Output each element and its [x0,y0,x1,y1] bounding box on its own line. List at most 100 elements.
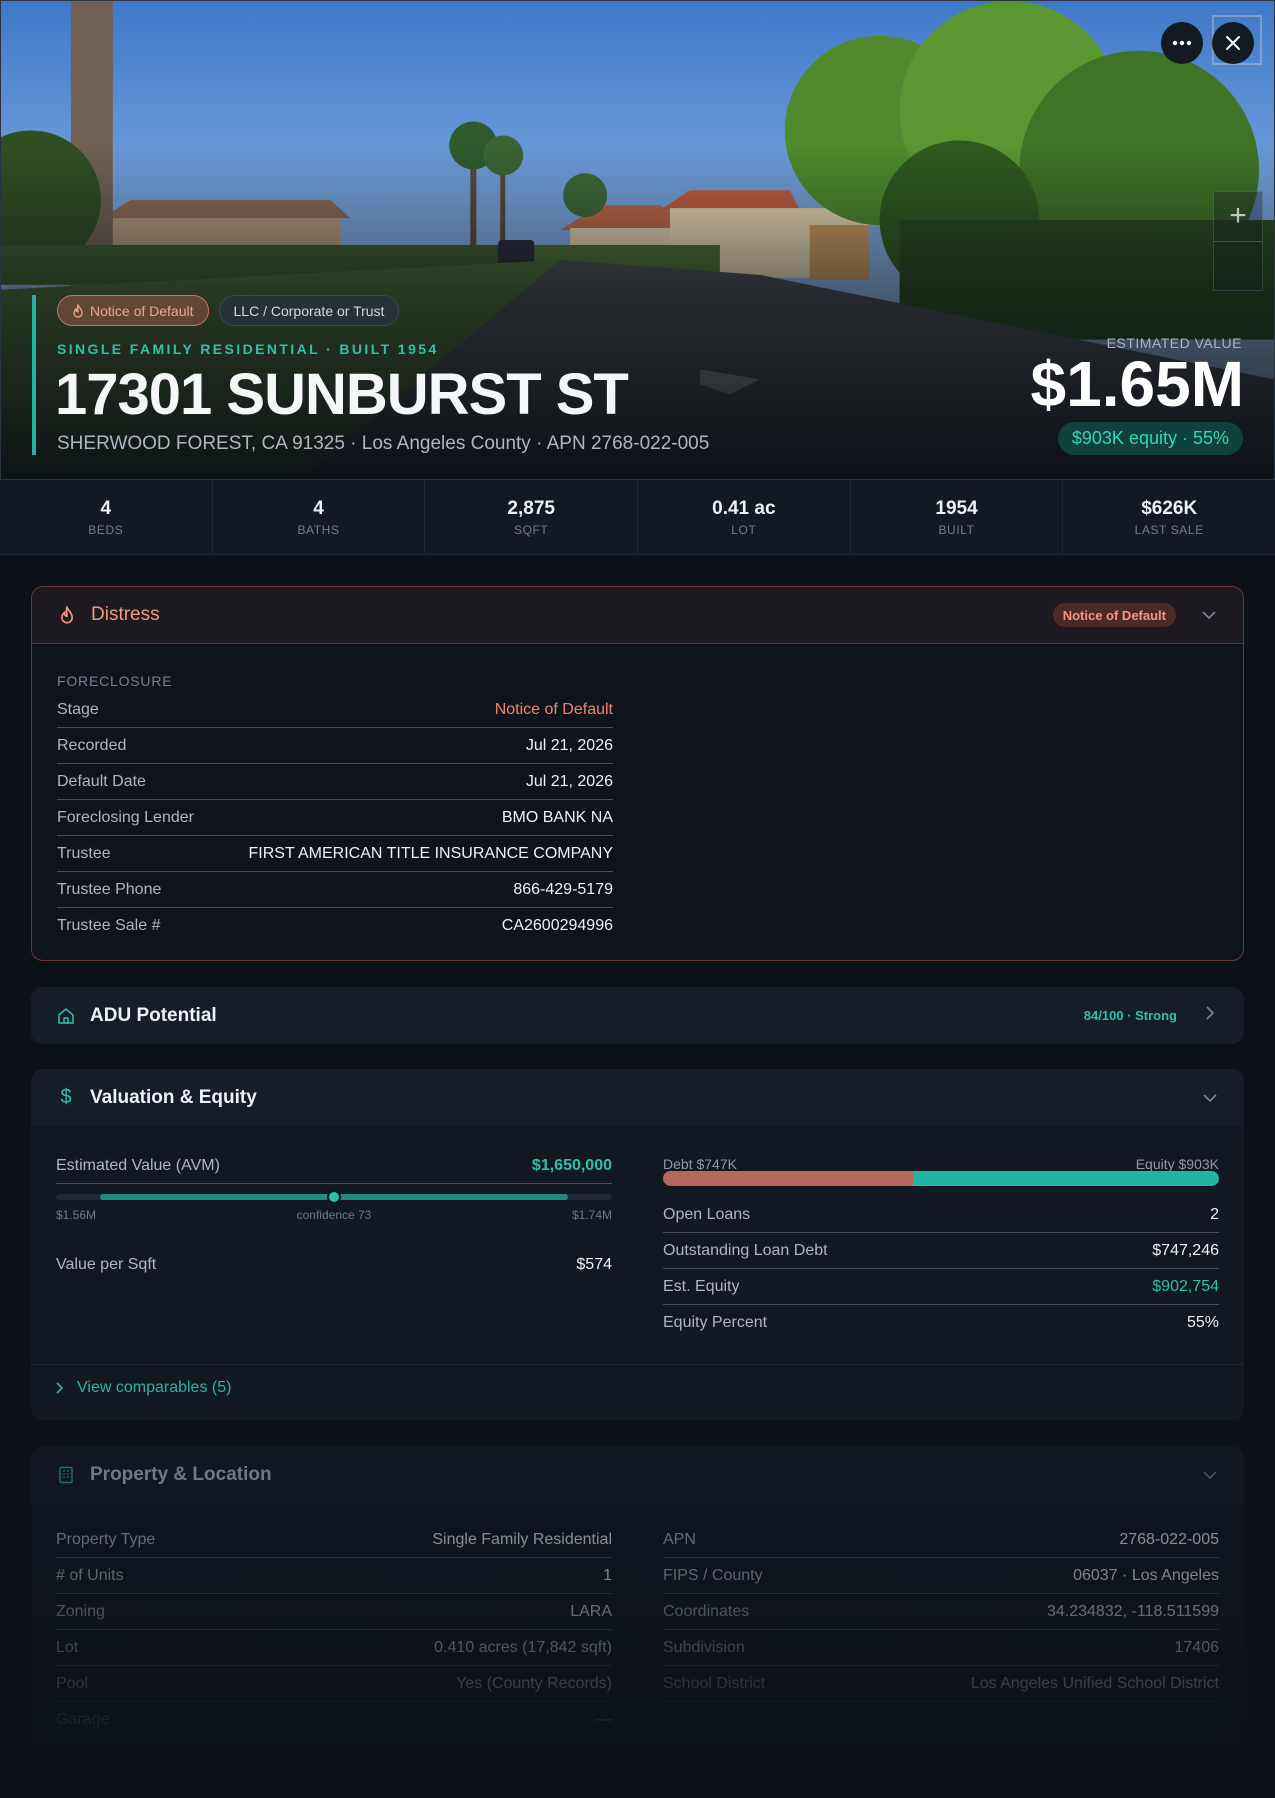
row-value: Jul 21, 2026 [525,736,613,754]
row-value: 55% [1186,1314,1219,1331]
avm-label: Estimated Value (AVM) [56,1156,220,1174]
chevron-down-icon[interactable] [1201,1466,1219,1484]
stat-lot: 0.41 ac LOT [638,480,851,554]
distress-header[interactable]: Distress Notice of Default [32,587,1243,644]
adu-header[interactable]: ADU Potential 84/100 · Strong [31,987,1244,1044]
detail-row: APN 2768-022-005 [663,1522,1219,1558]
property-title: Property & Location [90,1463,272,1485]
detail-row: Equity Percent 55% [663,1305,1219,1341]
estimated-value: $1.65M [1030,348,1244,420]
row-key: Default Date [57,772,146,790]
property-address: 17301 SUNBURST ST [55,362,629,427]
row-key: Stage [57,700,99,718]
detail-row: School District Los Angeles Unified Schoo… [663,1666,1219,1702]
debt-segment [663,1171,914,1186]
title-accent-bar [32,295,36,455]
detail-row: Property Type Single Family Residential [56,1522,612,1558]
debt-equity-bar [663,1171,1219,1186]
tag-chips: Notice of Default LLC / Corporate or Tru… [57,295,400,326]
row-key: Equity Percent [663,1314,768,1331]
distress-panel: Distress Notice of Default FORECLOSURE S… [31,586,1244,961]
zoom-out-button[interactable] [1214,242,1262,290]
chevron-right-icon[interactable] [1201,1006,1219,1025]
row-value: 866-429-5179 [513,880,613,898]
more-options-button[interactable] [1161,22,1203,64]
row-key: Trustee [57,844,111,862]
stat-value: 2,875 [507,498,555,519]
detail-row: Zoning LARA [56,1594,612,1630]
property-header[interactable]: Property & Location [31,1446,1244,1503]
distress-badge: Notice of Default [1052,603,1176,627]
row-value: CA2600294996 [501,917,613,934]
more-icon [1172,40,1192,46]
chevron-right-icon [56,1382,63,1394]
stat-label: LAST SALE [1134,523,1204,537]
row-value: 1 [603,1566,612,1584]
row-key: Pool [56,1674,89,1692]
stat-value: 1954 [935,498,978,519]
notice-of-default-chip: Notice of Default [57,295,209,326]
stat-label: SQFT [513,523,549,537]
row-key: Subdivision [663,1638,745,1656]
row-key: Foreclosing Lender [57,808,194,826]
property-location-panel: Property & Location Property Type Single … [31,1446,1244,1798]
row-key: FIPS / County [663,1566,763,1584]
detail-row: Open Loans 2 [663,1197,1219,1233]
chip-label: Notice of Default [90,302,194,319]
value-range-marker [327,1190,341,1204]
property-subtitle: SINGLE FAMILY RESIDENTIAL · BUILT 1954 [57,341,439,357]
plus-icon[interactable]: + [1214,192,1262,242]
stat-built: 1954 BUILT [851,480,1064,554]
adu-title: ADU Potential [90,1004,217,1026]
close-button[interactable] [1212,22,1254,64]
row-value: Notice of Default [494,700,613,718]
valuation-title: Valuation & Equity [90,1086,257,1108]
row-key: Trustee Phone [57,880,162,898]
row-key: APN [663,1530,696,1548]
row-value: $574 [576,1256,612,1273]
row-value: 17406 [1174,1638,1220,1656]
equity-segment [913,1171,1219,1186]
row-key: Coordinates [663,1602,750,1620]
chevron-down-icon[interactable] [1201,1089,1219,1107]
stat-value: 4 [100,498,112,519]
detail-row: Foreclosing Lender BMO BANK NA [57,800,613,836]
foreclosure-section-label: FORECLOSURE [57,673,173,689]
row-key: Open Loans [663,1205,751,1223]
row-key: School District [663,1674,766,1692]
row-key: Lot [56,1638,79,1656]
value-per-sqft-row: Value per Sqft $574 [56,1247,612,1283]
hero-photo: + Notice of Default LLC / Corporate or T… [0,0,1275,480]
row-value: $902,754 [1152,1277,1219,1295]
stat-value: 0.41 ac [712,498,776,519]
avm-row: Estimated Value (AVM) $1,650,000 [56,1148,612,1184]
comparables-label: View comparables (5) [77,1379,232,1396]
row-value: Jul 21, 2026 [525,772,613,790]
equity-pill: $903K equity · 55% [1057,422,1243,455]
row-value: FIRST AMERICAN TITLE INSURANCE COMPANY [248,844,614,862]
row-key: Est. Equity [663,1277,740,1295]
stat-beds: 4 BEDS [0,480,213,554]
detail-row: Stage Notice of Default [57,692,613,728]
view-comparables-link[interactable]: View comparables (5) [56,1379,231,1397]
detail-row: Outstanding Loan Debt $747,246 [663,1233,1219,1269]
row-value: BMO BANK NA [501,808,613,826]
detail-row: Trustee Phone 866-429-5179 [57,872,613,908]
dollar-icon: $ [60,1086,72,1108]
map-zoom-control: + [1213,191,1263,291]
row-value: — [596,1711,612,1728]
detail-row: Default Date Jul 21, 2026 [57,764,613,800]
adu-potential-panel[interactable]: ADU Potential 84/100 · Strong [31,987,1244,1044]
valuation-header[interactable]: $ Valuation & Equity [31,1069,1244,1126]
detail-row: Trustee Sale # CA2600294996 [57,908,613,944]
row-value: 0.410 acres (17,842 sqft) [434,1638,612,1656]
value-range-scale [56,1190,612,1204]
building-icon [56,1465,76,1485]
row-value: 06037 · Los Angeles [1073,1566,1219,1584]
detail-row: Pool Yes (County Records) [56,1666,612,1702]
detail-row: Subdivision 17406 [663,1630,1219,1666]
flame-icon [73,303,83,318]
close-icon [1226,36,1240,50]
chevron-down-icon[interactable] [1200,606,1218,624]
detail-row: Lot 0.410 acres (17,842 sqft) [56,1630,612,1666]
